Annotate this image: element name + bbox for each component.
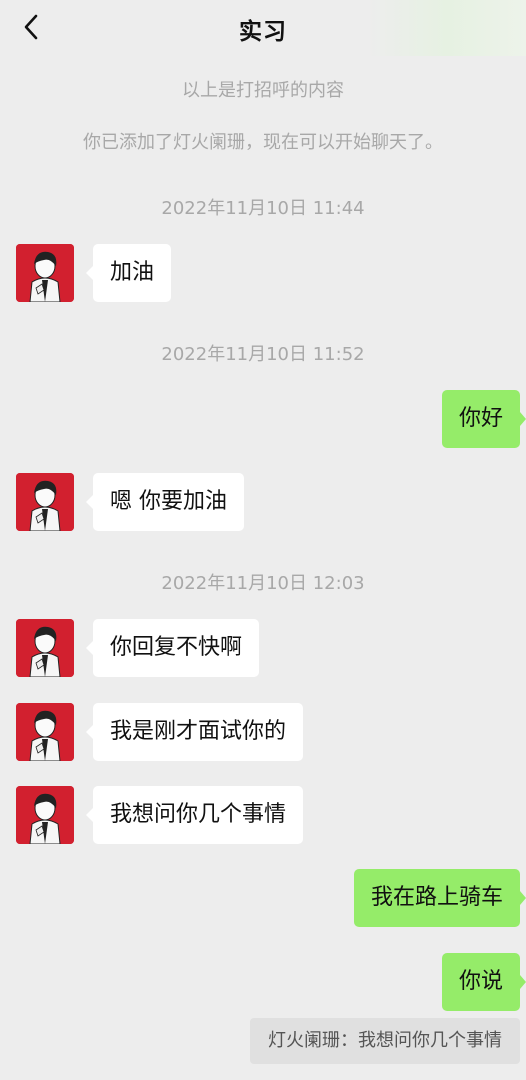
anime-portrait-avatar-icon [16, 786, 74, 844]
message-bubble[interactable]: 你回复不快啊 [85, 619, 260, 677]
message-bubble[interactable]: 我想问你几个事情 [85, 786, 304, 844]
timestamp: 2022年11月10日 11:52 [161, 344, 365, 365]
system-message-added: 你已添加了灯火阑珊，现在可以开始聊天了。 [83, 132, 443, 153]
message-bubble-self[interactable]: 你说 [441, 953, 526, 1011]
anime-portrait-avatar-icon [16, 703, 74, 761]
message-bubble-self[interactable]: 我在路上骑车 [353, 869, 526, 927]
avatar[interactable] [16, 244, 74, 302]
anime-portrait-avatar-icon [16, 473, 74, 531]
anime-portrait-avatar-icon [16, 619, 74, 677]
message-bubble[interactable]: 我是刚才面试你的 [85, 703, 304, 761]
chat-title: 实习 [239, 19, 287, 45]
message-bubble-self[interactable]: 你好 [441, 390, 526, 448]
avatar[interactable] [16, 473, 74, 531]
avatar[interactable] [16, 786, 74, 844]
message-bubble[interactable]: 加油 [85, 244, 172, 302]
timestamp: 2022年11月10日 12:03 [161, 573, 365, 594]
nav-bar: 实习 [0, 0, 526, 56]
timestamp: 2022年11月10日 11:44 [161, 198, 365, 219]
message-bubble[interactable]: 嗯 你要加油 [86, 473, 244, 531]
avatar[interactable] [16, 703, 74, 761]
system-message-greeting: 以上是打招呼的内容 [182, 80, 344, 101]
quoted-message[interactable]: 灯火阑珊：我想问你几个事情 [250, 1018, 520, 1064]
avatar[interactable] [16, 619, 74, 677]
anime-portrait-avatar-icon [16, 244, 74, 302]
